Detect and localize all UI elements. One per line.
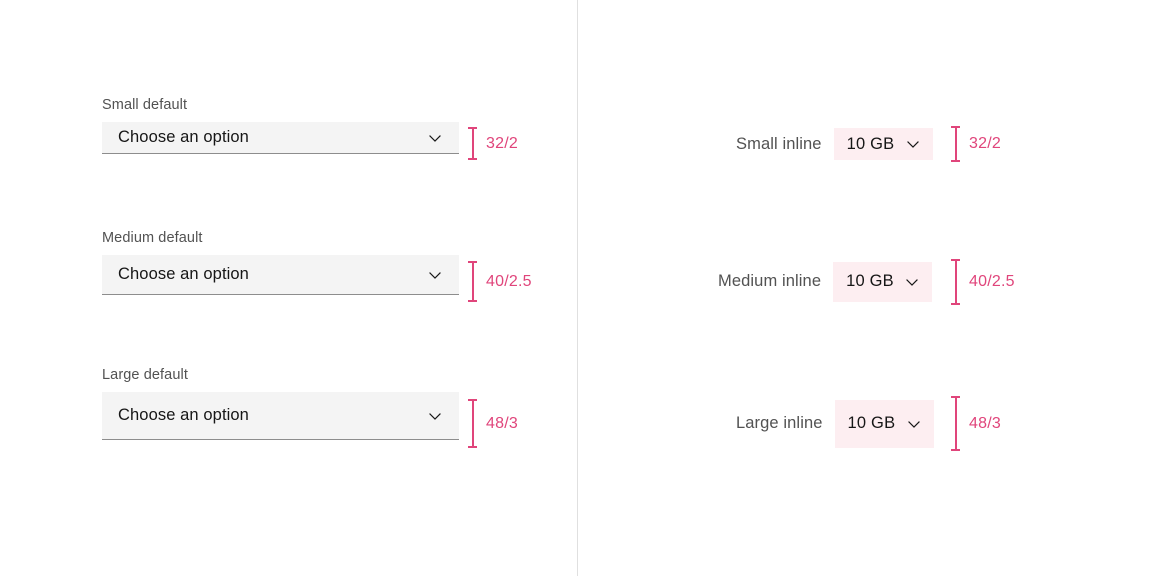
measure-stem [954,396,957,451]
field-label-large-default: Large default [102,367,188,383]
measure-label: 32/2 [969,135,1001,152]
measure-stem [954,259,957,305]
select-large-default[interactable]: Choose an option [102,392,459,440]
field-label-medium-default: Medium default [102,230,203,246]
measure-bar [951,126,960,162]
measurement-small-default: 32/2 [468,127,518,160]
measure-bar [951,396,960,451]
field-label-small-default: Small default [102,97,188,113]
measure-cap-bottom [468,300,477,302]
spec-medium-default: Medium default Choose an option [102,229,459,295]
field-label-large-inline: Large inline [736,414,823,432]
measurement-large-default: 48/3 [468,399,518,448]
select-medium-default[interactable]: Choose an option [102,255,459,295]
chevron-down-icon[interactable] [906,416,922,432]
measure-cap-top [468,261,477,263]
select-value-medium-inline: 10 GB [846,272,894,290]
spec-large-default: Large default Choose an option [102,366,459,440]
measure-cap-bottom [468,446,477,448]
measure-stem [471,399,474,448]
select-small-default[interactable]: Choose an option [102,122,459,154]
measure-stem [471,127,474,160]
measure-stem [471,261,474,302]
measure-label: 40/2.5 [486,272,532,290]
measure-cap-bottom [951,449,960,451]
measure-cap-bottom [951,303,960,305]
measure-stem [954,126,957,162]
measure-label: 40/2.5 [969,273,1015,290]
specimen-panels: Small default Choose an option Medium de… [0,0,1152,576]
chevron-down-icon[interactable] [904,274,920,290]
select-value-medium-default: Choose an option [118,265,249,283]
select-medium-inline[interactable]: 10 GB [833,261,933,302]
chevron-down-icon[interactable] [905,136,921,152]
default-select-panel: Small default Choose an option Medium de… [0,0,577,576]
select-large-inline[interactable]: 10 GB [834,399,934,448]
select-value-large-inline: 10 GB [847,414,896,432]
spec-small-default: Small default Choose an option [102,96,459,154]
measure-label: 32/2 [486,134,518,152]
measurement-medium-inline: 40/2.5 [951,259,1015,305]
measurement-medium-default: 40/2.5 [468,261,532,302]
measure-label: 48/3 [486,414,518,432]
measure-bar [468,399,477,448]
measure-cap-top [468,127,477,129]
spec-medium-inline: Medium inline 10 GB [718,261,933,302]
spec-small-inline: Small inline 10 GB [736,126,933,162]
measurement-large-inline: 48/3 [951,396,1001,451]
measure-bar [468,261,477,302]
chevron-down-icon[interactable] [427,267,443,283]
measure-cap-top [468,399,477,401]
select-value-large-default: Choose an option [118,406,249,424]
inline-select-panel: Small inline 10 GB Medium inline 10 GB L… [577,0,1152,576]
measure-cap-bottom [468,158,477,160]
spec-large-inline: Large inline 10 GB [736,399,934,448]
chevron-down-icon[interactable] [427,408,443,424]
field-label-medium-inline: Medium inline [718,272,822,290]
measure-bar [951,259,960,305]
measure-cap-top [951,259,960,261]
select-small-inline[interactable]: 10 GB [833,128,933,160]
measure-label: 48/3 [969,414,1001,432]
measurement-small-inline: 32/2 [951,126,1001,162]
chevron-down-icon[interactable] [427,130,443,146]
select-value-small-inline: 10 GB [846,134,895,153]
measure-cap-bottom [951,160,960,162]
measure-bar [468,127,477,160]
select-value-small-default: Choose an option [118,128,249,146]
measure-cap-top [951,396,960,398]
measure-cap-top [951,126,960,128]
panel-divider [577,0,578,576]
field-label-small-inline: Small inline [736,134,822,153]
